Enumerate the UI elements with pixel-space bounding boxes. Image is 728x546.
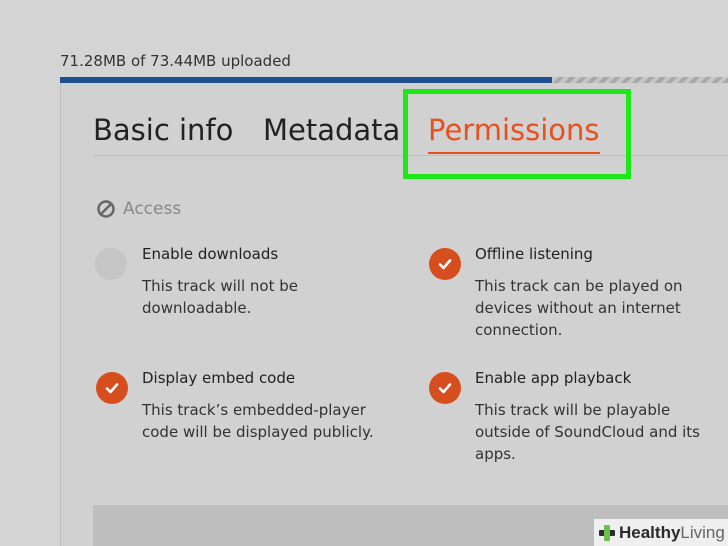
medical-cross-icon bbox=[598, 524, 616, 542]
upload-status: 71.28MB of 73.44MB uploaded bbox=[60, 52, 291, 70]
checkmark-icon bbox=[105, 383, 119, 394]
permission-toggle-display-embed-code[interactable] bbox=[96, 372, 128, 404]
checkmark-icon bbox=[438, 383, 452, 394]
permission-toggle-offline-listening[interactable] bbox=[429, 248, 461, 280]
permission-title-enable-downloads: Enable downloads bbox=[142, 245, 279, 263]
permission-desc-offline-listening: This track can be played on devices with… bbox=[475, 277, 683, 339]
tab-metadata[interactable]: Metadata bbox=[263, 113, 400, 147]
permission-desc-display-embed-code: This track’s embedded-player code will b… bbox=[142, 401, 374, 441]
permission-toggle-enable-app-playback[interactable] bbox=[429, 372, 461, 404]
tab-basic-info[interactable]: Basic info bbox=[93, 113, 233, 147]
permission-title-display-embed-code: Display embed code bbox=[142, 369, 296, 387]
watermark: Healthy Living bbox=[594, 519, 728, 546]
no-entry-icon bbox=[96, 199, 116, 219]
access-section-title: Access bbox=[123, 199, 182, 219]
watermark-text-bold: Healthy bbox=[619, 522, 681, 542]
permission-title-enable-app-playback: Enable app playback bbox=[475, 369, 632, 387]
permission-desc-enable-downloads: This track will not be downloadable. bbox=[142, 277, 298, 317]
permission-desc-enable-app-playback: This track will be playable outside of S… bbox=[475, 401, 700, 463]
permission-toggle-enable-downloads[interactable] bbox=[95, 248, 127, 280]
highlight-box bbox=[403, 89, 631, 179]
access-section-header: Access bbox=[96, 198, 181, 220]
permission-title-offline-listening: Offline listening bbox=[475, 245, 593, 263]
watermark-text-regular: Living bbox=[680, 522, 725, 542]
checkmark-icon bbox=[438, 259, 452, 270]
